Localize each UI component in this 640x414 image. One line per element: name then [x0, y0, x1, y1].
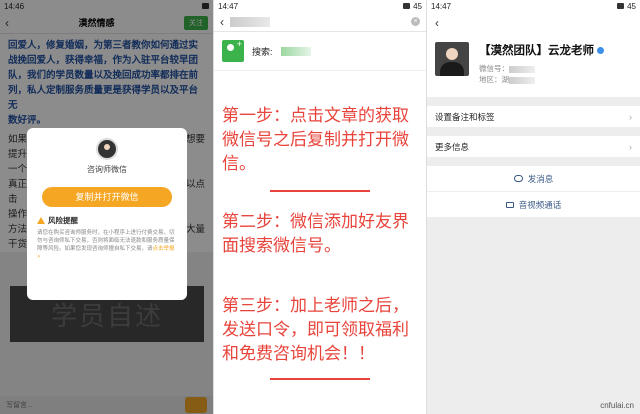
- step-three-text: 第三步：加上老师之后，发送口令，即可领取福利和免费咨询机会！！: [222, 296, 409, 363]
- profile-panel: 14:47 45 ‹ 【漠然团队】云龙老师 微信号： 地区：湖 设置备注和标签 …: [427, 0, 640, 414]
- status-bar: 14:47 45: [214, 0, 426, 12]
- wechat-id-label: 微信号：: [479, 64, 509, 73]
- more-info-row[interactable]: 更多信息 ›: [427, 135, 640, 157]
- status-time: 14:47: [218, 1, 239, 11]
- risk-title-text: 风险提醒: [48, 216, 78, 225]
- status-bar: 14:47 45: [427, 0, 640, 12]
- warning-icon: [37, 217, 45, 224]
- profile-name-text: 【漠然团队】云龙老师: [479, 45, 594, 57]
- send-message-label: 发消息: [527, 173, 554, 184]
- message-icon: [513, 175, 523, 182]
- search-result-label: 搜索:: [252, 46, 273, 57]
- copy-and-open-wechat-button[interactable]: 复制并打开微信: [42, 187, 172, 207]
- wechat-id-value: [509, 65, 535, 73]
- divider-line: [270, 378, 370, 380]
- article-panel: 14:46 ‹ 漠然情感 关注 回爱人，修复婚姻，为第三者教你如何通过实 战挽回…: [0, 0, 213, 414]
- more-info-label: 更多信息: [435, 141, 470, 152]
- set-remarks-label: 设置备注和标签: [435, 111, 495, 122]
- search-panel: 14:47 45 ‹ × 搜索: 第一步：点击文章的获取微信号之后复制并打开微信…: [213, 0, 427, 414]
- chevron-right-icon: ›: [629, 141, 632, 152]
- status-time: 14:47: [431, 1, 452, 11]
- back-icon[interactable]: ‹: [220, 16, 224, 28]
- consultant-name: 咨询师微信: [87, 165, 127, 174]
- back-icon[interactable]: ‹: [435, 17, 439, 29]
- search-result-row[interactable]: 搜索:: [214, 32, 426, 71]
- region-label: 地区：湖: [479, 75, 509, 84]
- risk-title: 风险提醒: [37, 215, 177, 226]
- search-header: ‹ ×: [214, 12, 426, 32]
- send-message-button[interactable]: 发消息: [427, 165, 640, 191]
- battery-level: 45: [413, 1, 422, 11]
- watermark: cnfulai.cn: [600, 401, 634, 410]
- region-value: [509, 76, 535, 84]
- gender-male-icon: [597, 46, 604, 54]
- video-call-button[interactable]: 音视频通话: [427, 191, 640, 217]
- battery-icon: [617, 3, 625, 9]
- step-one-text: 第一步：点击文章的获取微信号之后复制并打开微信。: [222, 106, 409, 173]
- profile-header: ‹: [427, 12, 640, 34]
- consultant-avatar: [96, 138, 118, 160]
- add-friend-icon: [222, 39, 244, 62]
- search-result-value: [280, 46, 311, 56]
- chevron-right-icon: ›: [629, 111, 632, 122]
- video-call-label: 音视频通话: [518, 199, 562, 210]
- profile-card: 【漠然团队】云龙老师 微信号： 地区：湖: [427, 34, 640, 97]
- step-two-text: 第二步：微信添加好友界面搜索微信号。: [222, 212, 409, 255]
- risk-text: 请您在购买咨询师服务时，在小程序上进行付费交易，切勿与咨询师私下交易，否则将面临…: [37, 229, 177, 261]
- battery-level: 45: [627, 1, 636, 11]
- consultant-modal: 咨询师微信 复制并打开微信 风险提醒 请您在购买咨询师服务时，在小程序上进行付费…: [27, 128, 187, 300]
- clear-icon[interactable]: ×: [411, 17, 420, 26]
- set-remarks-row[interactable]: 设置备注和标签 ›: [427, 105, 640, 127]
- battery-icon: [403, 3, 411, 9]
- search-input[interactable]: [230, 16, 270, 27]
- video-icon: [505, 201, 514, 208]
- profile-avatar[interactable]: [435, 42, 469, 76]
- profile-meta: 微信号： 地区：湖: [479, 63, 604, 85]
- divider-line: [270, 190, 370, 192]
- profile-name: 【漠然团队】云龙老师: [479, 42, 604, 58]
